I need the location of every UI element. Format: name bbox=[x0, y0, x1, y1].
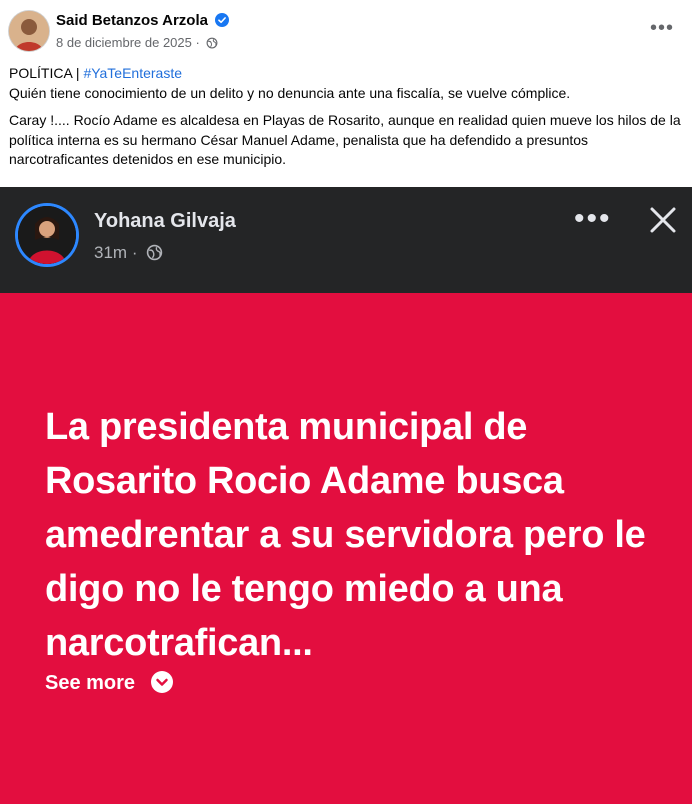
post-paragraph-2: Caray !.... Rocío Adame es alcaldesa en … bbox=[9, 112, 681, 167]
post-tag-prefix: POLÍTICA | bbox=[9, 65, 84, 81]
embed-globe-icon bbox=[146, 244, 163, 266]
avatar-image bbox=[9, 11, 49, 51]
post-date[interactable]: 8 de diciembre de 2025 bbox=[56, 35, 192, 50]
more-horizontal-icon: ••• bbox=[649, 17, 674, 39]
meta-separator: · bbox=[195, 35, 200, 50]
author-name[interactable]: Said Betanzos Arzola bbox=[56, 12, 230, 31]
globe-icon bbox=[206, 37, 218, 52]
embed-meta-separator: · bbox=[131, 243, 138, 262]
see-more-button[interactable]: See more bbox=[45, 671, 173, 695]
post-line-1: POLÍTICA | #YaTeEnteraste bbox=[9, 64, 685, 84]
chevron-down-icon[interactable] bbox=[150, 671, 173, 693]
shared-screenshot[interactable]: Yohana Gilvaja 31m · ••• La presidenta m… bbox=[0, 187, 692, 804]
embed-more-horizontal-icon[interactable]: ••• bbox=[574, 204, 612, 234]
embed-text-post: La presidenta municipal de Rosarito Roci… bbox=[0, 293, 692, 804]
embed-author-avatar[interactable] bbox=[18, 206, 76, 264]
embed-time: 31m bbox=[94, 243, 128, 262]
see-more-label[interactable]: See more bbox=[45, 672, 135, 694]
embed-avatar-image bbox=[18, 206, 76, 264]
embed-meta: 31m · bbox=[94, 243, 163, 266]
post-meta: 8 de diciembre de 2025 · bbox=[56, 35, 218, 52]
close-icon[interactable] bbox=[647, 204, 679, 236]
post-header: Said Betanzos Arzola 8 de diciembre de 2… bbox=[0, 0, 692, 62]
post-options-button[interactable]: ••• bbox=[650, 18, 674, 38]
author-name-text[interactable]: Said Betanzos Arzola bbox=[56, 12, 208, 29]
verified-badge-icon bbox=[215, 13, 230, 31]
post-body: POLÍTICA | #YaTeEnteraste Quién tiene co… bbox=[9, 64, 685, 170]
embed-header: Yohana Gilvaja 31m · ••• bbox=[0, 187, 692, 293]
hashtag-link[interactable]: #YaTeEnteraste bbox=[83, 65, 182, 81]
embed-post-text: La presidenta municipal de Rosarito Roci… bbox=[45, 406, 646, 664]
post-line-2: Quién tiene conocimiento de un delito y … bbox=[9, 84, 571, 101]
author-avatar[interactable] bbox=[9, 11, 49, 51]
embed-author-name[interactable]: Yohana Gilvaja bbox=[94, 210, 236, 233]
